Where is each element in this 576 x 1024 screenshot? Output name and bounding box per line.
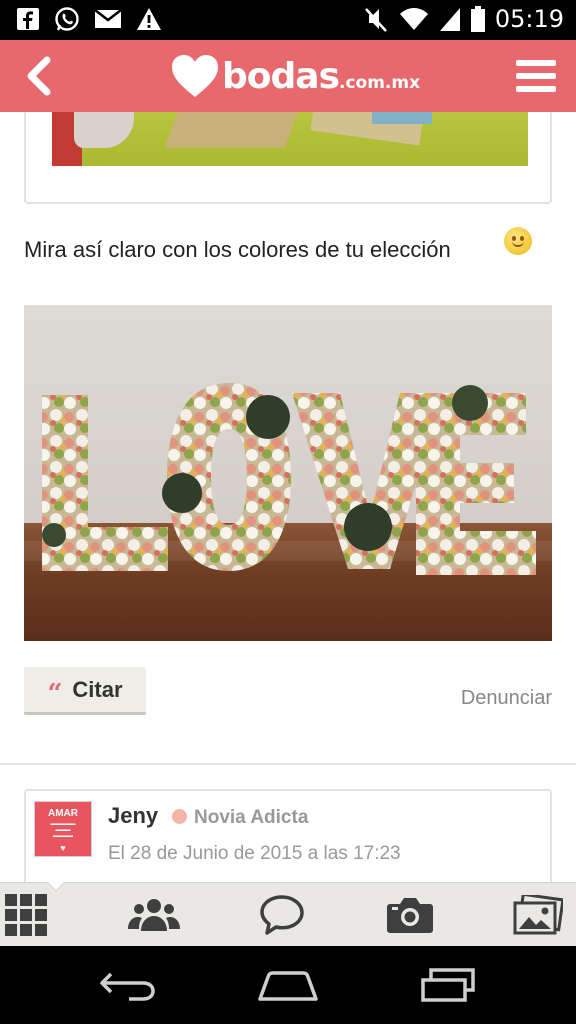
camera-icon: [387, 898, 433, 933]
hamburger-line: [516, 86, 556, 92]
back-button[interactable]: [10, 48, 66, 104]
gallery-icon: [513, 895, 563, 935]
quote-button[interactable]: “ Citar: [24, 667, 146, 715]
status-dot-icon: [172, 809, 187, 824]
smiley-emoji-icon: [504, 227, 532, 255]
grid-icon: [5, 894, 47, 936]
home-icon: [258, 971, 318, 1001]
brand-logo[interactable]: bodas .com.mx: [170, 50, 420, 102]
heart-icon: ♥: [60, 843, 66, 853]
avatar[interactable]: AMAR ▬▬▬▬▬ ▬▬▬ ▬▬▬▬ ♥: [34, 801, 92, 857]
system-home-button[interactable]: [243, 958, 333, 1012]
brand-suffix: .com.mx: [339, 73, 421, 93]
bottom-nav: [0, 874, 576, 947]
divider: [0, 763, 576, 765]
chat-icon: [260, 895, 304, 935]
user-rank-badge: Novia Adicta: [194, 807, 309, 828]
system-nav-bar: [0, 946, 576, 1024]
avatar-text: AMAR: [48, 808, 78, 819]
tab-gallery[interactable]: [498, 883, 576, 947]
hamburger-line: [516, 73, 556, 79]
system-back-button[interactable]: [83, 958, 173, 1012]
clock: 05:19: [494, 5, 564, 33]
reply-card[interactable]: AMAR ▬▬▬▬▬ ▬▬▬ ▬▬▬▬ ♥ Jeny Novia Adicta El…: [24, 789, 552, 882]
flower-love-letters: [42, 383, 536, 575]
heart-logo-icon: [172, 55, 218, 97]
post-photo[interactable]: [24, 305, 552, 641]
previous-post-image[interactable]: [52, 112, 528, 166]
battery-icon: [470, 6, 485, 32]
quote-mark-icon: “: [47, 678, 63, 709]
facebook-icon: [17, 8, 39, 30]
tab-camera[interactable]: [370, 883, 450, 947]
reply-date: El 28 de Junio de 2015 a las 17:23: [108, 843, 401, 864]
app-bar: bodas .com.mx: [0, 40, 576, 112]
brand-name: bodas: [222, 55, 340, 97]
whatsapp-icon: [55, 7, 79, 31]
warning-icon: [137, 8, 161, 30]
thread-content[interactable]: Mira así claro con los colores de tu ele…: [0, 112, 576, 882]
tab-menu[interactable]: [0, 883, 66, 947]
quote-button-label: Citar: [72, 676, 123, 702]
report-link[interactable]: Denunciar: [461, 687, 552, 710]
mail-icon: [94, 9, 122, 28]
mute-icon: [364, 8, 387, 32]
community-icon: [128, 899, 180, 931]
signal-icon: [439, 8, 460, 31]
recents-icon: [421, 968, 475, 1002]
tab-chat[interactable]: [242, 883, 322, 947]
reply-author[interactable]: Jeny: [108, 803, 158, 829]
back-icon: [100, 972, 155, 1001]
hamburger-line: [516, 60, 556, 66]
status-bar: 05:19: [0, 0, 576, 40]
system-recents-button[interactable]: [403, 958, 493, 1012]
chevron-left-icon: [27, 56, 51, 96]
previous-post-card: [24, 112, 552, 204]
menu-button[interactable]: [508, 50, 564, 102]
tab-community[interactable]: [114, 883, 194, 947]
post-message: Mira así claro con los colores de tu ele…: [24, 237, 451, 262]
wifi-icon: [399, 8, 428, 30]
